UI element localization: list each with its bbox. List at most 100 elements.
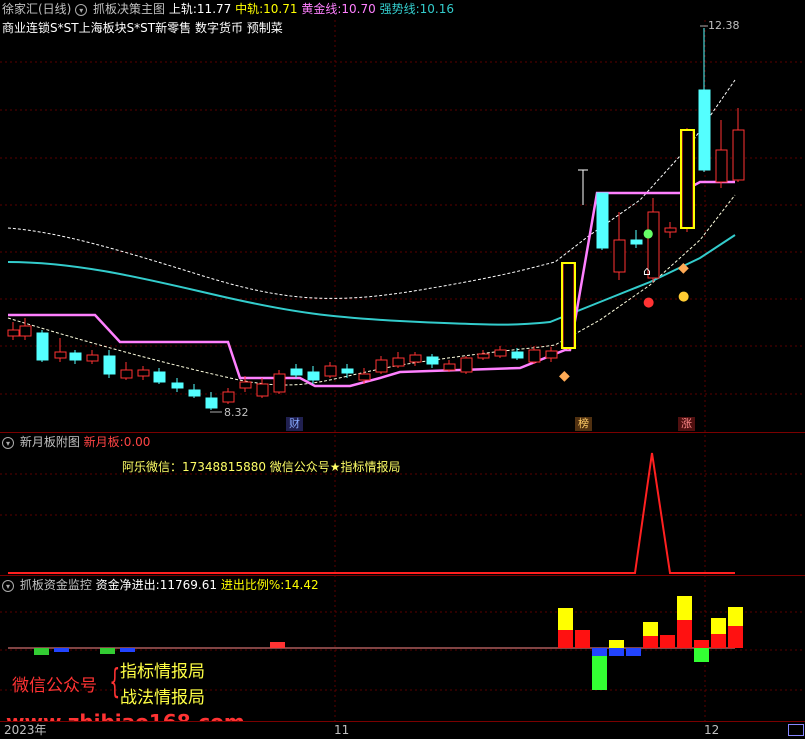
sub2-name[interactable]: 抓板资金监控 — [20, 578, 92, 592]
upper-band-line — [7, 79, 736, 299]
candle — [426, 356, 439, 365]
candle — [732, 129, 745, 181]
candle — [511, 351, 524, 359]
net-label: 资金净进出: — [95, 578, 160, 592]
candle — [562, 262, 575, 349]
dropdown-icon[interactable]: ▾ — [75, 3, 88, 16]
candle — [69, 352, 82, 361]
concept-tags: 商业连锁S*ST上海板块S*ST新零售 数字货币 预制菜 — [2, 21, 283, 35]
fund-bar — [643, 622, 658, 636]
house-icon[interactable]: ⌂ — [643, 264, 651, 278]
candle — [103, 355, 116, 375]
sub1-value-label: 新月板: — [83, 435, 124, 449]
candle — [290, 368, 303, 376]
fund-bar — [609, 640, 624, 648]
apple-icon[interactable]: ● — [643, 226, 653, 240]
candle — [86, 354, 99, 362]
lower-band-line — [7, 194, 736, 386]
indicator-name[interactable]: 抓板决策主图 — [93, 2, 165, 16]
fund-bar — [54, 648, 69, 652]
diamond-icon[interactable]: ◆ — [559, 369, 570, 383]
low-price-label: 8.32 — [224, 406, 249, 419]
fund-bar — [558, 608, 573, 630]
candle — [681, 129, 694, 229]
red-circle-icon[interactable]: ● — [643, 296, 654, 310]
gold-label: 黄金线: — [301, 2, 342, 16]
candle — [460, 357, 473, 373]
fund-bar — [592, 648, 607, 656]
candle — [153, 371, 166, 383]
ratio-label: 进出比例%: — [220, 578, 285, 592]
mid-step-line — [8, 180, 735, 388]
main-header: 徐家汇(日线) ▾ 抓板决策主图 上轨:11.77 中轨:10.71 黄金线:1… — [2, 2, 454, 16]
candle — [477, 353, 490, 359]
candle — [392, 357, 405, 367]
badge-finance[interactable]: 财 — [286, 417, 303, 431]
brace-icon: { — [109, 662, 121, 702]
candle — [443, 363, 456, 371]
candle — [375, 359, 388, 373]
sub1-name[interactable]: 新月板附图 — [20, 435, 80, 449]
candle — [613, 239, 626, 273]
candle — [358, 373, 371, 381]
strong-value: 10.16 — [419, 2, 454, 16]
fund-bar — [270, 642, 285, 648]
dropdown-icon[interactable]: ▾ — [2, 579, 14, 592]
ratio-value: 14.42 — [284, 578, 319, 592]
candle — [36, 332, 49, 361]
candle — [137, 369, 150, 377]
watermark-right1: 指标情报局 — [120, 662, 205, 682]
candle — [171, 382, 184, 389]
candle — [307, 371, 320, 381]
watermark-right2: 战法情报局 — [120, 688, 205, 708]
candle — [188, 389, 201, 397]
candle — [7, 329, 20, 337]
dropdown-icon[interactable]: ▾ — [2, 436, 14, 449]
candle — [409, 354, 422, 363]
high-price-label: 12.38 — [708, 19, 740, 32]
candle — [596, 192, 609, 249]
panel-divider — [0, 575, 805, 576]
axis-label-11: 11 — [334, 723, 350, 737]
gold-value: 10.70 — [341, 2, 376, 16]
candle — [494, 349, 507, 357]
source-label[interactable]: 徐家汇(日线) — [2, 2, 71, 16]
axis-label-year: 2023年 — [4, 723, 47, 737]
fund-bar — [694, 640, 709, 648]
fund-bar — [711, 634, 726, 648]
money-bag-icon[interactable]: ● — [678, 290, 689, 304]
watermark-left: 微信公众号 — [12, 676, 97, 696]
mid-value: 10.71 — [263, 2, 298, 16]
scroll-button[interactable] — [788, 724, 804, 736]
candle — [698, 89, 711, 171]
fund-bar — [575, 630, 590, 648]
fund-bar — [677, 596, 692, 620]
badge-rise[interactable]: 涨 — [678, 417, 695, 431]
sub1-value: 0.00 — [123, 435, 151, 449]
mid-label: 中轨: — [235, 2, 264, 16]
candle — [528, 349, 541, 363]
candle — [120, 369, 133, 379]
net-value: 11769.61 — [159, 578, 217, 592]
diamond-icon[interactable]: ◆ — [678, 261, 689, 275]
candle — [630, 239, 643, 245]
fund-bar — [558, 630, 573, 648]
price-chart[interactable] — [0, 0, 805, 738]
candle — [715, 149, 728, 183]
upper-label: 上轨: — [168, 2, 197, 16]
upper-value: 11.77 — [196, 2, 232, 16]
fund-bar — [609, 648, 624, 656]
fund-bar — [626, 648, 641, 656]
candle — [545, 350, 558, 359]
time-axis — [0, 721, 805, 739]
fund-bar — [677, 620, 692, 648]
fund-bar — [34, 648, 49, 655]
badge-rank[interactable]: 榜 — [575, 417, 592, 431]
candle — [54, 351, 67, 359]
strong-line — [7, 234, 736, 326]
candle — [273, 373, 286, 393]
fund-bar — [728, 607, 743, 626]
candle — [341, 368, 354, 374]
contact-text: 阿乐微信：17348815880 微信公众号★指标情报局 — [122, 460, 401, 474]
fund-bar — [728, 626, 743, 648]
